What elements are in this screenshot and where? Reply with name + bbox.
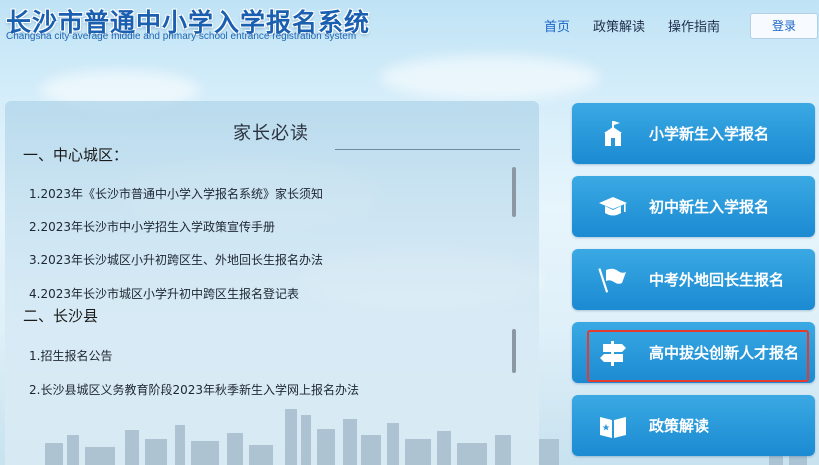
portal-junior-enrollment[interactable]: 初中新生入学报名 — [572, 176, 815, 237]
portal-policy-interpretation[interactable]: 政策解读 — [572, 395, 815, 456]
panel-title-divider — [335, 149, 520, 150]
signpost-icon — [600, 341, 626, 366]
login-button[interactable]: 登录 — [750, 13, 818, 39]
cloud-decoration — [380, 55, 600, 100]
school-building-icon — [604, 121, 622, 146]
notice-link[interactable]: 3.2023年长沙城区小升初跨区生、外地回长生报名办法 — [29, 251, 323, 268]
nav-home[interactable]: 首页 — [544, 16, 570, 35]
panel-title: 家长必读 — [233, 123, 309, 144]
notice-link[interactable]: 1.招生报名公告 — [29, 347, 112, 364]
parents-notice-panel: 家长必读 一、中心城区： 1.2023年《长沙市普通中小学入学报名系统》家长须知… — [5, 101, 539, 465]
panel-header: 家长必读 — [5, 119, 539, 150]
site-header: 长沙市普通中小学入学报名系统 Changsha city average mid… — [0, 0, 819, 48]
city-skyline-illustration — [45, 409, 511, 465]
open-book-icon — [600, 417, 626, 438]
scrollbar-thumb[interactable] — [512, 167, 516, 217]
section-heading-central-city: 一、中心城区： — [23, 146, 129, 164]
portal-label: 政策解读 — [649, 417, 710, 435]
portal-label: 小学新生入学报名 — [649, 125, 770, 143]
portal-label: 高中拔尖创新人才报名 — [649, 344, 800, 362]
flag-icon — [598, 268, 626, 293]
notice-link[interactable]: 4.2023年长沙市城区小学升初中跨区生报名登记表 — [29, 285, 299, 302]
nav-guide[interactable]: 操作指南 — [668, 16, 720, 35]
portal-primary-enrollment[interactable]: 小学新生入学报名 — [572, 103, 815, 164]
notice-link[interactable]: 1.2023年《长沙市普通中小学入学报名系统》家长须知 — [29, 185, 323, 202]
notice-link[interactable]: 2.2023年长沙市中小学招生入学政策宣传手册 — [29, 218, 275, 235]
portal-label: 初中新生入学报名 — [649, 198, 770, 216]
portal-talent-enrollment[interactable]: 高中拔尖创新人才报名 — [572, 322, 815, 383]
site-subtitle: Changsha city average middle and primary… — [6, 31, 357, 42]
portal-returning-students[interactable]: 中考外地回长生报名 — [572, 249, 815, 310]
nav-policy[interactable]: 政策解读 — [593, 16, 645, 35]
top-nav: 首页 政策解读 操作指南 — [544, 16, 743, 35]
scrollbar-thumb[interactable] — [512, 329, 516, 373]
notice-link[interactable]: 2.长沙县城区义务教育阶段2023年秋季新生入学网上报名办法 — [29, 381, 359, 398]
section-heading-changsha-county: 二、长沙县 — [23, 307, 99, 325]
graduation-cap-icon — [599, 197, 627, 216]
portal-label: 中考外地回长生报名 — [649, 271, 785, 289]
